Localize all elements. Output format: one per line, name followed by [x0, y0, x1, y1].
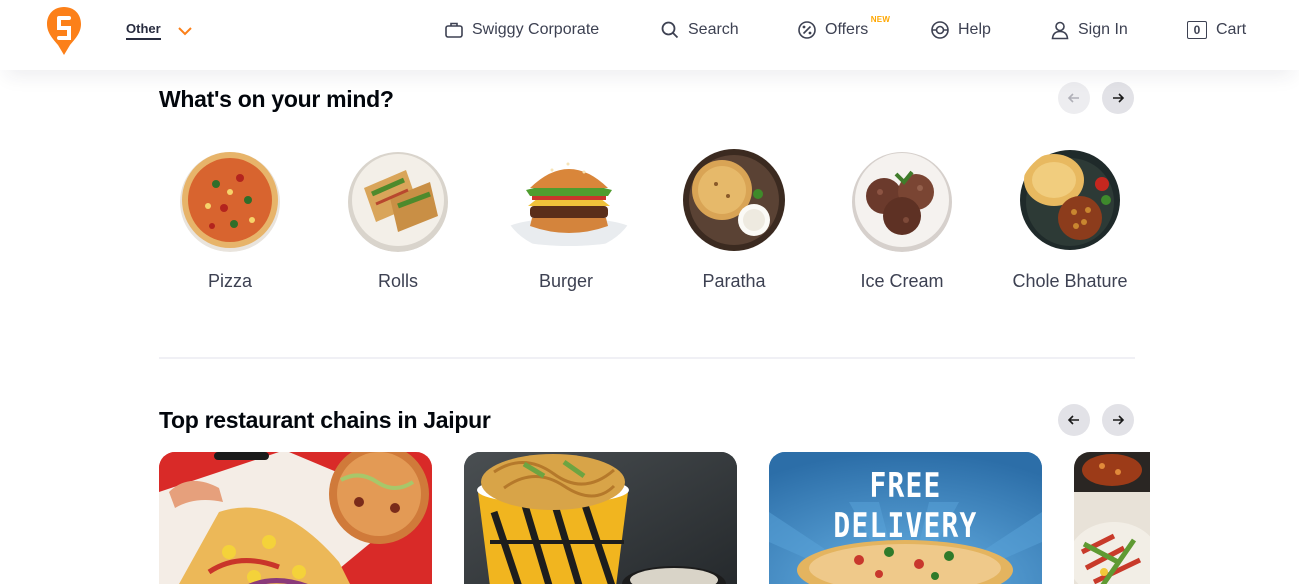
- category-label: Chole Bhature: [1012, 271, 1128, 291]
- arrow-left-icon: [1067, 415, 1079, 425]
- category-label: Burger: [538, 271, 594, 291]
- mind-next-button[interactable]: [1102, 82, 1134, 114]
- briefcase-icon: [445, 22, 463, 38]
- section-divider: [159, 357, 1135, 359]
- mind-prev-button[interactable]: [1058, 82, 1090, 114]
- nav-cart[interactable]: 0 Cart: [1187, 18, 1246, 42]
- paratha-image: [683, 149, 785, 251]
- lifebuoy-icon: [931, 21, 949, 39]
- arrow-left-icon: [1067, 93, 1079, 103]
- new-badge: NEW: [870, 15, 891, 24]
- category-rolls[interactable]: Rolls: [326, 148, 470, 292]
- nav-corporate-label: Swiggy Corporate: [472, 21, 600, 38]
- user-icon: [1051, 21, 1069, 40]
- chains-prev-button[interactable]: [1058, 404, 1090, 436]
- chevron-down-icon: [177, 27, 192, 36]
- restaurant-card[interactable]: [464, 452, 737, 584]
- rolls-image: [348, 152, 448, 252]
- restaurant-noodles-image: [464, 452, 737, 584]
- nav-offers-label: Offers: [825, 21, 869, 38]
- category-paratha[interactable]: Paratha: [662, 148, 806, 292]
- chains-next-button[interactable]: [1102, 404, 1134, 436]
- nav-search-label: Search: [688, 21, 739, 38]
- nav-swiggy-corporate[interactable]: Swiggy Corporate: [444, 18, 599, 42]
- search-icon: [661, 21, 679, 39]
- cart-icon: 0: [1187, 21, 1207, 39]
- location-label: Other: [126, 22, 161, 40]
- category-chole-bhature[interactable]: Chole Bhature: [998, 148, 1142, 292]
- category-label: Pizza: [207, 271, 252, 291]
- ice-cream-image: [852, 152, 952, 252]
- restaurant-card[interactable]: [159, 452, 432, 584]
- restaurant-card[interactable]: [1074, 452, 1150, 584]
- restaurant-card[interactable]: FREE DELIVERY: [769, 452, 1042, 584]
- swiggy-logo-icon[interactable]: [46, 6, 82, 56]
- location-selector[interactable]: Other: [126, 20, 193, 42]
- nav-offers[interactable]: Offers NEW: [797, 15, 890, 42]
- arrow-right-icon: [1113, 415, 1125, 425]
- offer-percent-icon: [798, 21, 816, 39]
- cart-count: 0: [1193, 23, 1201, 37]
- chole-bhature-image: [1020, 150, 1120, 250]
- nav-sign-in[interactable]: Sign In: [1050, 18, 1128, 42]
- category-label: Ice Cream: [860, 271, 944, 291]
- category-pizza[interactable]: Pizza: [158, 148, 302, 292]
- arrow-right-icon: [1113, 93, 1125, 103]
- chains-section-title: Top restaurant chains in Jaipur: [159, 407, 491, 433]
- restaurant-pizza-image: [159, 452, 432, 584]
- nav-help[interactable]: Help: [930, 18, 991, 42]
- mind-section-title: What's on your mind?: [159, 86, 394, 112]
- top-header: Other Swiggy Corporate Search Offers NEW: [0, 0, 1299, 70]
- nav-help-label: Help: [958, 21, 991, 38]
- category-burger[interactable]: Burger: [494, 148, 638, 292]
- category-label: Rolls: [377, 271, 418, 291]
- free-delivery-text: FREE DELIVERY: [833, 466, 978, 546]
- category-ice-cream[interactable]: Ice Cream: [830, 148, 974, 292]
- burger-image: [502, 162, 635, 246]
- nav-signin-label: Sign In: [1078, 21, 1128, 38]
- category-label: Paratha: [702, 271, 766, 291]
- nav-search[interactable]: Search: [660, 18, 739, 42]
- nav-cart-label: Cart: [1216, 21, 1247, 38]
- restaurant-bowl-image: [1074, 452, 1150, 584]
- pizza-image: [180, 152, 280, 252]
